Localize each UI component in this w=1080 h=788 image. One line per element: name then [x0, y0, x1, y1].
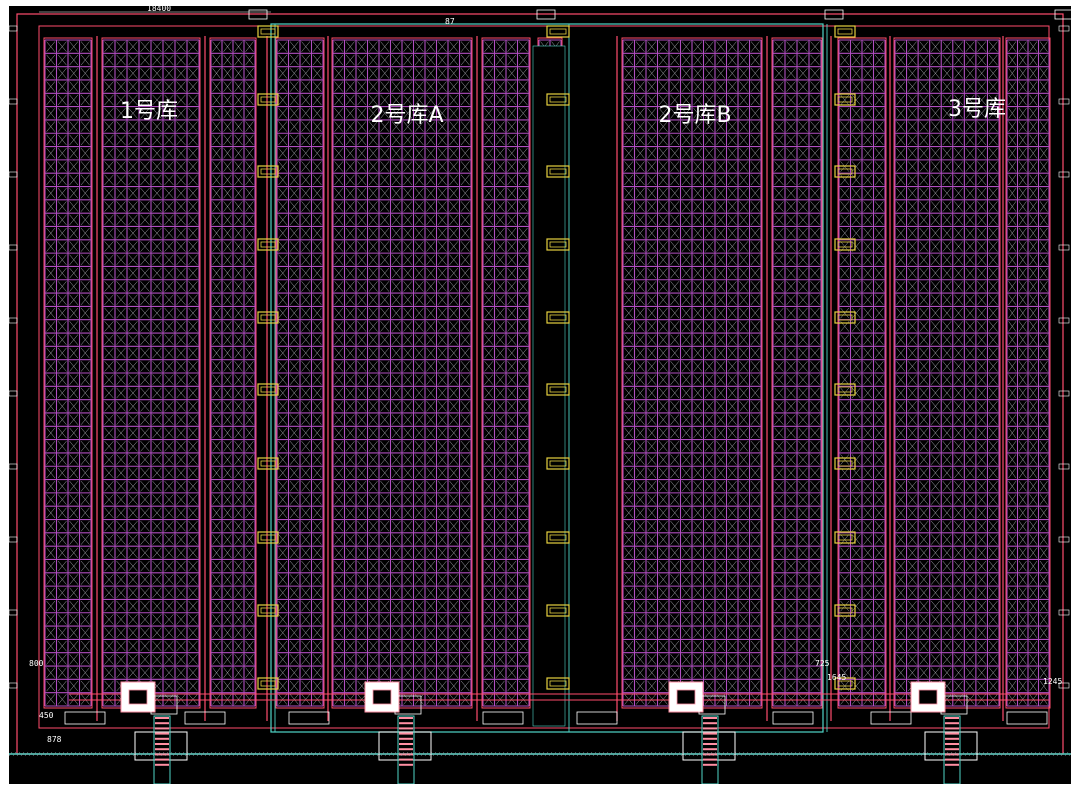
dimension-left-vertical: 800	[29, 659, 44, 668]
rack-block	[101, 37, 201, 709]
rack-block	[1005, 37, 1051, 709]
dimension-right-2: 1645	[827, 673, 846, 682]
dimension-top-center: 87	[445, 17, 455, 26]
rack-block	[481, 37, 531, 709]
pallet-station	[870, 711, 912, 725]
dimension-right-1: 725	[815, 659, 830, 668]
pallet-station	[1006, 711, 1048, 725]
loading-dock	[910, 681, 978, 784]
pallet-station	[288, 711, 330, 725]
rack-block	[275, 37, 325, 709]
pallet-station	[772, 711, 814, 725]
pallet-station	[482, 711, 524, 725]
loading-dock	[364, 681, 432, 784]
pallet-station	[64, 711, 106, 725]
dimension-right-3: 1245	[1043, 677, 1062, 686]
rack-block	[209, 37, 257, 709]
warehouse-label-3: 3号库	[948, 97, 1006, 122]
pallet-station	[576, 711, 618, 725]
warehouse-label-1: 1号库	[120, 99, 178, 124]
central-shaft	[532, 45, 566, 727]
rack-block	[331, 37, 473, 709]
loading-dock	[668, 681, 736, 784]
warehouse-label-2a: 2号库A	[370, 103, 443, 128]
warehouse-label-2b: 2号库B	[658, 103, 731, 128]
rack-block	[893, 37, 1001, 709]
dimension-top-width: 18400	[147, 6, 171, 13]
rack-block	[43, 37, 93, 709]
loading-dock	[120, 681, 188, 784]
rack-block	[837, 37, 887, 709]
floor-plan-svg: 1号库 2号库A 2号库B 3号库 18400 87 800 450 878 7…	[9, 6, 1071, 784]
dimension-left-lower-1: 450	[39, 711, 54, 720]
rack-block	[621, 37, 763, 709]
dimension-left-lower-2: 878	[47, 735, 62, 744]
rack-block	[771, 37, 823, 709]
cad-floor-plan: 1号库 2号库A 2号库B 3号库 18400 87 800 450 878 7…	[9, 6, 1071, 784]
